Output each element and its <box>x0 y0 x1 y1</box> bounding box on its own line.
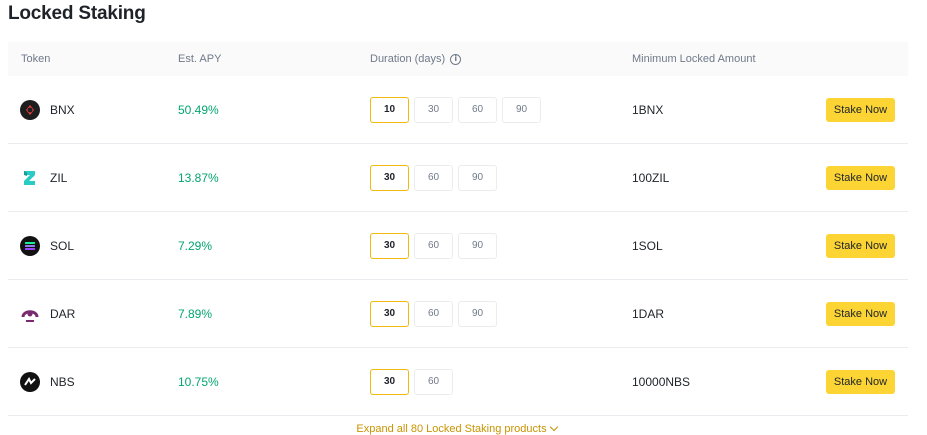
header-apy: Est. APY <box>178 53 222 65</box>
action-cell: Stake Now <box>826 212 895 279</box>
min-amount: 1DAR <box>632 306 665 321</box>
apy-value: 7.29% <box>178 238 213 253</box>
duration-options: 30 60 <box>370 348 453 415</box>
stake-now-button[interactable]: Stake Now <box>826 165 895 190</box>
table-row: ZIL 13.87% 30 60 90 100ZIL Stake Now <box>8 144 908 212</box>
duration-options: 30 60 90 <box>370 212 497 279</box>
duration-options: 30 60 90 <box>370 280 497 347</box>
duration-option[interactable]: 10 <box>370 96 409 123</box>
token-cell: SOL <box>20 212 74 279</box>
staking-table: Token Est. APY Duration (days) i Minimum… <box>8 42 908 416</box>
bnx-coin-icon <box>20 99 40 120</box>
dar-coin-icon <box>20 304 40 324</box>
zil-coin-icon <box>20 168 40 188</box>
header-token: Token <box>21 53 51 65</box>
duration-option[interactable]: 90 <box>458 164 497 191</box>
stake-now-button[interactable]: Stake Now <box>826 301 895 326</box>
duration-option[interactable]: 90 <box>458 300 497 327</box>
duration-option[interactable]: 60 <box>414 164 453 191</box>
duration-option[interactable]: 30 <box>370 164 409 191</box>
duration-option[interactable]: 90 <box>458 232 497 259</box>
apy-value: 7.89% <box>178 306 213 321</box>
apy-value: 50.49% <box>178 102 219 117</box>
token-cell: ZIL <box>20 144 67 211</box>
table-row: NBS 10.75% 30 60 10000NBS Stake Now <box>8 348 908 416</box>
token-name: SOL <box>50 238 75 253</box>
duration-option[interactable]: 60 <box>414 368 453 395</box>
info-icon[interactable]: i <box>450 53 462 65</box>
header-duration-label: Duration (days) <box>370 53 446 65</box>
action-cell: Stake Now <box>826 280 895 347</box>
stake-now-button[interactable]: Stake Now <box>826 233 895 258</box>
header-duration: Duration (days) i <box>370 42 462 76</box>
apy-value: 13.87% <box>178 170 219 185</box>
token-cell: BNX <box>20 76 75 143</box>
token-name: BNX <box>50 102 75 117</box>
stake-now-button[interactable]: Stake Now <box>826 97 895 122</box>
token-name: DAR <box>50 306 76 321</box>
min-amount: 100ZIL <box>632 170 670 185</box>
duration-option[interactable]: 60 <box>458 96 497 123</box>
token-name: ZIL <box>50 170 68 185</box>
chevron-down-icon <box>549 422 558 432</box>
expand-all-link[interactable]: Expand all 80 Locked Staking products <box>0 422 913 435</box>
sol-coin-icon <box>20 235 40 256</box>
nbs-coin-icon <box>20 371 40 392</box>
duration-option[interactable]: 90 <box>502 96 541 123</box>
duration-options: 10 30 60 90 <box>370 76 541 143</box>
token-cell: DAR <box>20 280 75 347</box>
duration-option[interactable]: 60 <box>414 232 453 259</box>
min-amount: 1SOL <box>632 238 663 253</box>
action-cell: Stake Now <box>826 144 895 211</box>
duration-option[interactable]: 30 <box>414 96 453 123</box>
stake-now-button[interactable]: Stake Now <box>826 369 895 394</box>
expand-all-label: Expand all 80 Locked Staking products <box>356 423 547 435</box>
duration-options: 30 60 90 <box>370 144 497 211</box>
duration-option[interactable]: 30 <box>370 300 409 327</box>
action-cell: Stake Now <box>826 76 895 143</box>
duration-option[interactable]: 60 <box>414 300 453 327</box>
table-row: SOL 7.29% 30 60 90 1SOL Stake Now <box>8 212 908 280</box>
duration-option[interactable]: 30 <box>370 368 409 395</box>
apy-value: 10.75% <box>178 374 219 389</box>
duration-option[interactable]: 30 <box>370 232 409 259</box>
header-min-amount: Minimum Locked Amount <box>632 53 756 65</box>
table-row: BNX 50.49% 10 30 60 90 1BNX Stake Now <box>8 76 908 144</box>
token-name: NBS <box>50 374 75 389</box>
action-cell: Stake Now <box>826 348 895 415</box>
min-amount: 10000NBS <box>632 374 691 389</box>
table-row: DAR 7.89% 30 60 90 1DAR Stake Now <box>8 280 908 348</box>
min-amount: 1BNX <box>632 102 664 117</box>
page-title: Locked Staking <box>8 3 146 24</box>
token-cell: NBS <box>20 348 75 415</box>
table-header: Token Est. APY Duration (days) i Minimum… <box>8 42 908 76</box>
